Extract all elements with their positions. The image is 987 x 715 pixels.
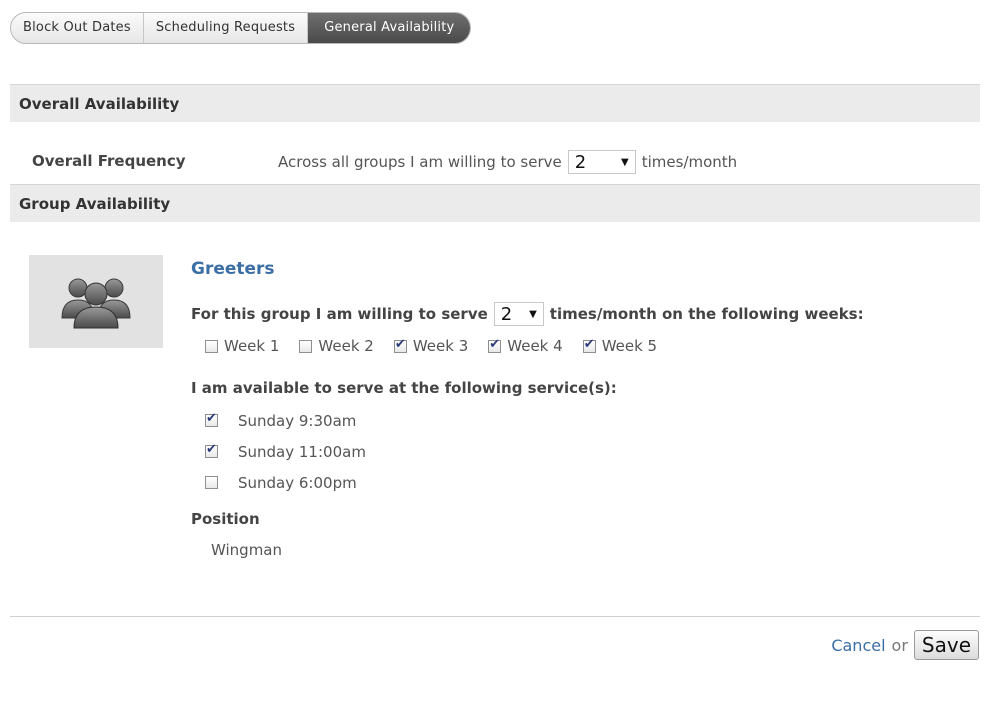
services-label: I am available to serve at the following… — [191, 379, 617, 397]
group-name: Greeters — [191, 259, 275, 279]
week-2-label: Week 2 — [318, 337, 374, 355]
service-930am-label: Sunday 9:30am — [238, 411, 357, 430]
overall-availability-header: Overall Availability — [10, 84, 980, 122]
group-availability-header: Group Availability — [10, 184, 980, 222]
week-5-checkbox[interactable] — [582, 337, 596, 353]
week-4-checkbox[interactable] — [488, 337, 502, 353]
service-option-930am[interactable]: Sunday 9:30am — [205, 405, 366, 436]
service-option-1100am[interactable]: Sunday 11:00am — [205, 436, 366, 467]
service-600pm-checkbox[interactable] — [205, 476, 218, 489]
chevron-down-icon: ▼ — [529, 308, 537, 320]
week-1-checkbox[interactable] — [205, 339, 218, 353]
group-serve-row: For this group I am willing to serve 2 ▼… — [191, 302, 864, 326]
overall-times-select[interactable]: 2 ▼ — [567, 150, 636, 174]
service-930am-checkbox[interactable] — [205, 411, 218, 427]
save-button[interactable]: Save — [913, 630, 979, 660]
group-avatar — [29, 255, 163, 348]
position-label: Position — [191, 510, 260, 528]
tab-bar: Block Out Dates Scheduling Requests Gene… — [10, 12, 472, 44]
group-times-value: 2 — [500, 303, 513, 325]
group-times-select[interactable]: 2 ▼ — [493, 302, 544, 326]
tab-scheduling-requests[interactable]: Scheduling Requests — [144, 13, 309, 43]
position-value: Wingman — [211, 541, 283, 559]
overall-frequency-prefix: Across all groups I am willing to serve — [278, 153, 562, 171]
footer-divider — [10, 616, 980, 617]
week-1-option[interactable]: Week 1 — [205, 337, 279, 355]
weeks-list: Week 1 Week 2 Week 3 Week 4 Week 5 — [205, 337, 657, 355]
week-2-option[interactable]: Week 2 — [299, 337, 374, 355]
week-3-option[interactable]: Week 3 — [393, 337, 469, 355]
service-600pm-label: Sunday 6:00pm — [238, 473, 357, 492]
week-3-checkbox[interactable] — [393, 337, 407, 353]
week-5-label: Week 5 — [601, 337, 658, 355]
week-4-label: Week 4 — [507, 337, 563, 355]
group-people-icon — [61, 278, 131, 328]
week-3-label: Week 3 — [412, 337, 469, 355]
group-serve-prefix: For this group I am willing to serve — [191, 305, 488, 323]
service-option-600pm[interactable]: Sunday 6:00pm — [205, 467, 366, 498]
group-serve-suffix: times/month on the following weeks: — [549, 305, 864, 323]
week-1-label: Week 1 — [224, 337, 280, 355]
service-1100am-label: Sunday 11:00am — [238, 442, 366, 461]
or-text: or — [891, 635, 908, 655]
chevron-down-icon: ▼ — [621, 156, 629, 168]
form-actions: Cancel or Save — [831, 630, 979, 660]
overall-frequency-row: Across all groups I am willing to serve … — [278, 150, 737, 174]
overall-frequency-label: Overall Frequency — [32, 152, 186, 170]
services-list: Sunday 9:30am Sunday 11:00am Sunday 6:00… — [205, 405, 366, 498]
overall-frequency-suffix: times/month — [641, 153, 738, 171]
overall-times-value: 2 — [574, 151, 587, 173]
week-5-option[interactable]: Week 5 — [582, 337, 658, 355]
tab-block-out-dates[interactable]: Block Out Dates — [11, 13, 144, 43]
week-4-option[interactable]: Week 4 — [488, 337, 563, 355]
cancel-link[interactable]: Cancel — [831, 636, 885, 655]
tab-general-availability[interactable]: General Availability — [308, 13, 471, 43]
week-2-checkbox[interactable] — [299, 339, 313, 353]
service-1100am-checkbox[interactable] — [205, 442, 218, 458]
